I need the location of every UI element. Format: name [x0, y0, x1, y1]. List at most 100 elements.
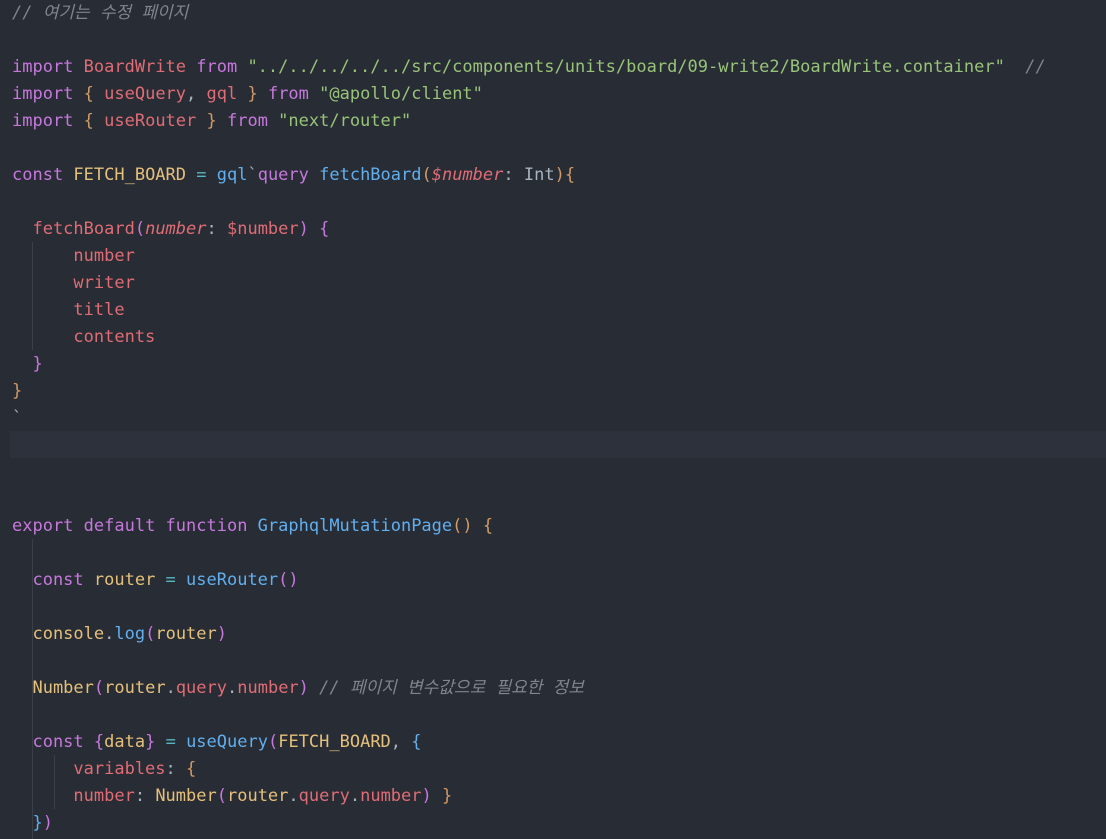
code-token: // 페이지 변수값으로 필요한 정보 [319, 678, 584, 698]
code-token: : [165, 759, 187, 779]
code-token: useQuery [186, 732, 268, 752]
code-token: number [145, 219, 207, 239]
code-token: query [175, 678, 227, 698]
code-token: router [93, 570, 156, 590]
code-token: number [12, 246, 135, 266]
code-token: ( [216, 786, 227, 806]
code-token: router [155, 624, 217, 644]
code-token: BoardWrite [83, 57, 197, 77]
code-line: writer [12, 270, 135, 297]
code-token: "@apollo/client" [319, 84, 483, 104]
code-token: : [134, 786, 156, 806]
code-token: $number [431, 165, 504, 185]
code-token: title [12, 300, 125, 320]
code-token: ( [134, 219, 146, 239]
code-token: { [482, 516, 494, 536]
code-token: writer [12, 273, 135, 293]
code-token: { [83, 84, 105, 104]
code-token: const [12, 732, 94, 752]
code-token: number [360, 786, 422, 806]
code-token: . [227, 678, 238, 698]
code-token: // [1004, 57, 1046, 77]
code-token: number [12, 786, 135, 806]
code-token: ` [247, 165, 258, 185]
code-token: // 여기는 수정 페이지 [12, 3, 189, 23]
code-token: , [186, 84, 207, 104]
code-token: default [83, 516, 166, 536]
code-line: fetchBoard(number: $number) { [12, 216, 329, 243]
code-token: FETCH_BOARD [278, 732, 391, 752]
code-token: import [12, 84, 84, 104]
code-token: from [267, 84, 320, 104]
code-token: useRouter [104, 111, 197, 131]
code-token: () [278, 570, 299, 590]
code-token: FETCH_BOARD [73, 165, 187, 185]
code-line: const router = useRouter() [12, 567, 299, 594]
code-line: number: Number(router.query.number) } [12, 783, 452, 810]
code-token: { [186, 759, 197, 779]
code-token: { [93, 732, 105, 752]
code-token: . [165, 678, 176, 698]
code-token: , [390, 732, 412, 752]
code-line: }) [12, 810, 53, 837]
code-line: contents [12, 324, 155, 351]
code-line: } [12, 351, 43, 378]
code-token: } [145, 732, 156, 752]
code-line: Number(router.query.number) // 페이지 변수값으로… [12, 675, 584, 702]
code-token: variables [12, 759, 166, 779]
code-line: } [12, 378, 22, 405]
code-token: = [155, 570, 187, 590]
code-token: ( [421, 165, 432, 185]
code-token: } [442, 786, 453, 806]
code-token: } [196, 111, 227, 131]
code-token: ){ [554, 165, 576, 185]
code-line: ` [12, 405, 22, 432]
code-token: } [12, 354, 43, 374]
code-token: Number [12, 678, 94, 698]
code-token: fetchBoard [12, 219, 135, 239]
code-token: () [452, 516, 483, 536]
code-token: Number [155, 786, 217, 806]
code-token: gql [206, 84, 238, 104]
code-token: const [12, 570, 94, 590]
code-token: data [104, 732, 146, 752]
code-token: } [237, 84, 268, 104]
code-token: ` [12, 408, 23, 428]
code-line: export default function GraphqlMutationP… [12, 513, 493, 540]
code-token: . [349, 786, 361, 806]
code-token: { [83, 111, 105, 131]
code-line: const {data} = useQuery(FETCH_BOARD, { [12, 729, 421, 756]
code-token: ) [298, 678, 320, 698]
code-token: : [206, 219, 227, 239]
code-token: useRouter [186, 570, 279, 590]
code-token: $number [226, 219, 299, 239]
code-token: ) [421, 786, 442, 806]
code-token: from [196, 57, 248, 77]
code-token: ( [145, 624, 156, 644]
code-editor[interactable]: // 여기는 수정 페이지 import BoardWrite from "../… [0, 0, 1106, 839]
code-token: const [12, 165, 74, 185]
code-token: from [226, 111, 279, 131]
code-token: = [155, 732, 187, 752]
code-token: console [12, 624, 105, 644]
code-line: number [12, 243, 135, 270]
code-line: console.log(router) [12, 621, 227, 648]
code-line: variables: { [12, 756, 196, 783]
code-line: // 여기는 수정 페이지 [12, 0, 188, 27]
code-line: const FETCH_BOARD = gql`query fetchBoard… [12, 162, 575, 189]
code-token: gql [216, 165, 248, 185]
code-token: router [226, 786, 289, 806]
code-token: ) [298, 219, 320, 239]
code-token: ) [42, 813, 53, 833]
code-line: title [12, 297, 125, 324]
code-token: : Int [503, 165, 555, 185]
code-token: "../../../../../src/components/units/boa… [247, 57, 1005, 77]
code-token: query [257, 165, 320, 185]
code-token: export [12, 516, 84, 536]
code-token: "next/router" [278, 111, 412, 131]
code-token: . [104, 624, 115, 644]
code-token: } [12, 381, 23, 401]
code-token: . [288, 786, 299, 806]
code-token: ) [216, 624, 228, 644]
code-token: log [114, 624, 146, 644]
